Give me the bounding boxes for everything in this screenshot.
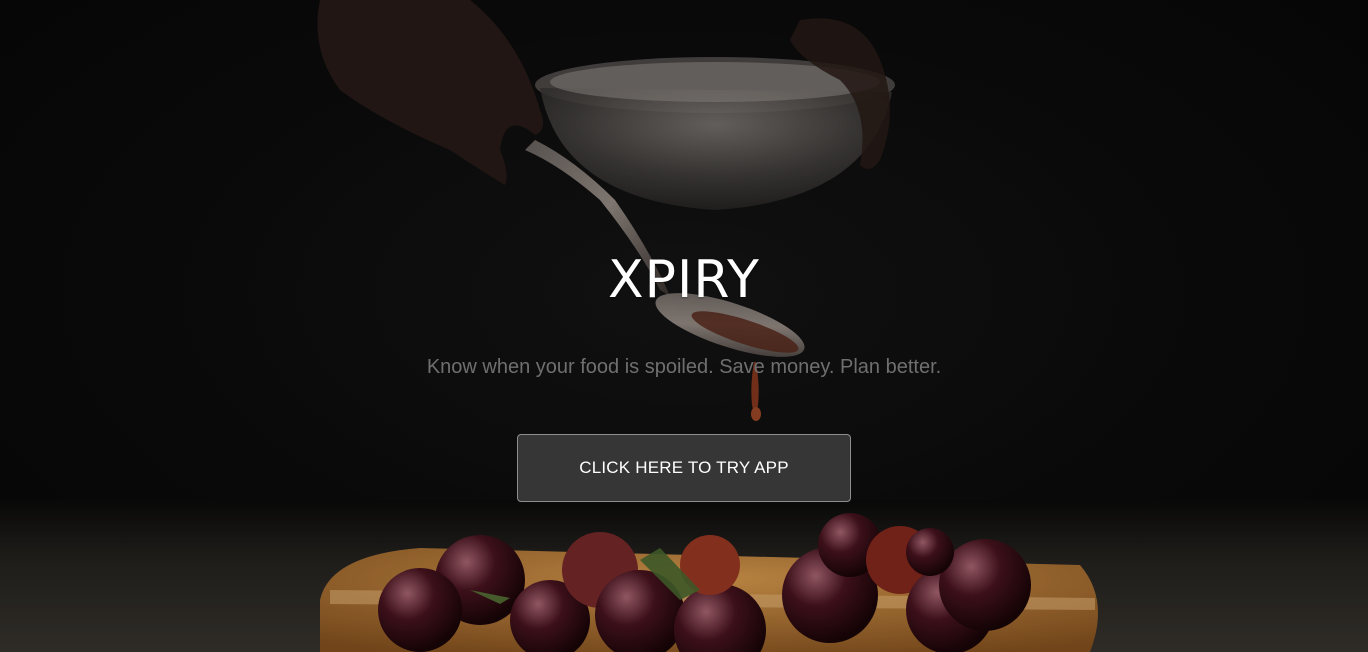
hero-tagline: Know when your food is spoiled. Save mon… [426, 356, 942, 378]
dark-overlay [0, 0, 1368, 652]
try-app-button[interactable]: CLICK HERE TO TRY APP [517, 434, 851, 502]
app-title: XPIRY [608, 250, 760, 310]
hero-section: XPIRY Know when your food is spoiled. Sa… [0, 0, 1368, 652]
